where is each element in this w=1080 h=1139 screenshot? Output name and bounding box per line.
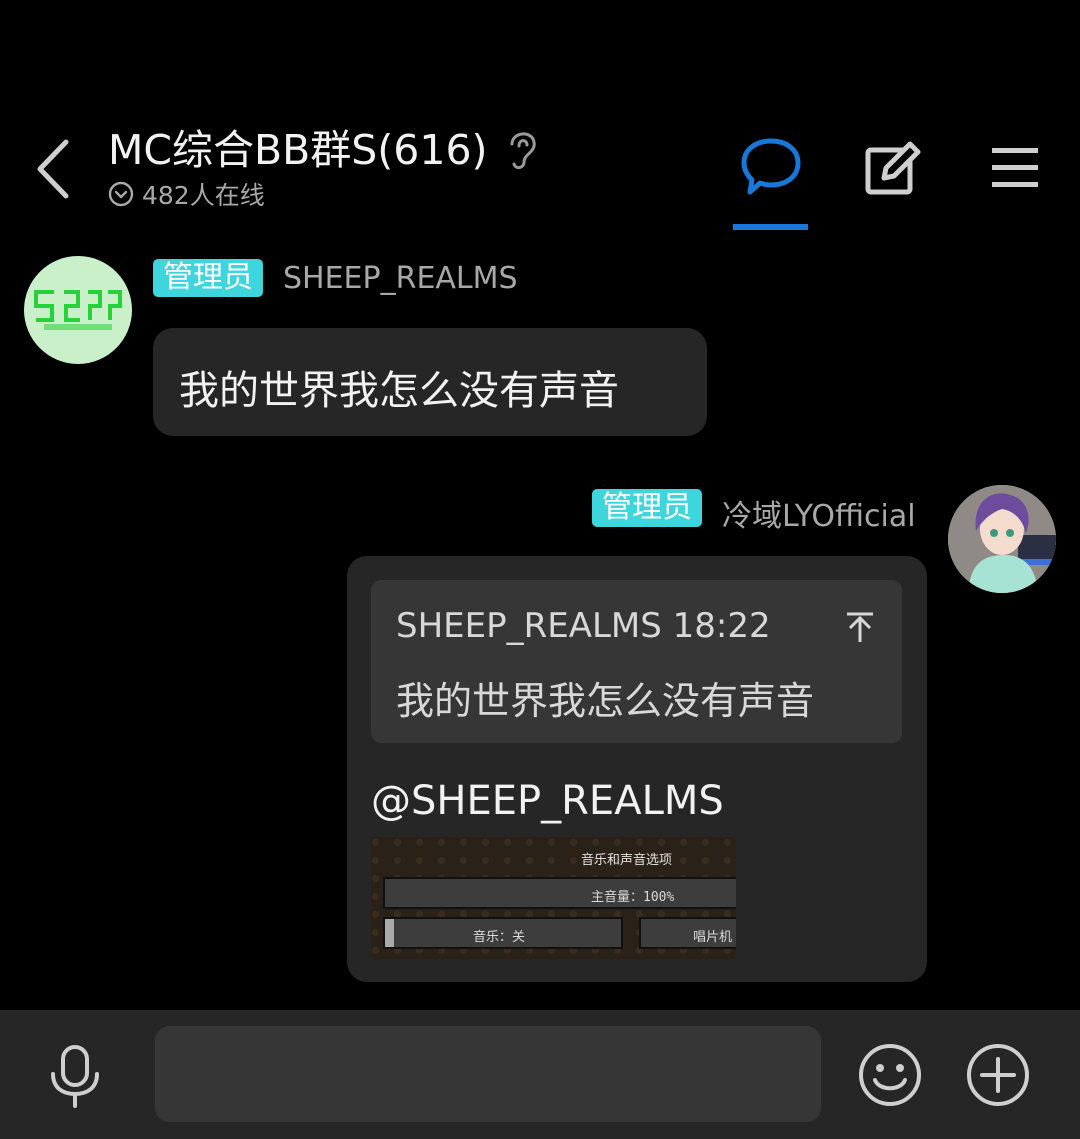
menu-icon[interactable] bbox=[990, 144, 1040, 190]
image-jukebox-slider: 唱片机 bbox=[639, 917, 736, 949]
image-master-volume-label: 主音量：100% bbox=[591, 890, 675, 905]
active-tab-indicator bbox=[733, 224, 808, 230]
image-master-volume-slider: 主音量：100% bbox=[383, 877, 736, 909]
message-bubble[interactable]: SHEEP_REALMS 18:22 我的世界我怎么没有声音 @SHEEP_RE… bbox=[347, 556, 927, 982]
edit-note-icon[interactable] bbox=[864, 140, 922, 196]
avatar-sheep-realms[interactable] bbox=[24, 256, 132, 364]
emoji-icon[interactable] bbox=[858, 1043, 922, 1107]
message-bubble[interactable]: 我的世界我怎么没有声音 bbox=[153, 328, 707, 436]
chat-bubble-icon[interactable] bbox=[740, 136, 802, 198]
sender-name[interactable]: 冷域LYOfficial bbox=[722, 491, 916, 535]
chevron-down-circle-icon bbox=[108, 181, 134, 207]
avatar-lengyu[interactable] bbox=[948, 485, 1056, 593]
online-status[interactable]: 482人在线 bbox=[108, 176, 265, 212]
image-slider-knob bbox=[385, 919, 394, 947]
screenshot-image[interactable]: 音乐和声音选项 主音量：100% 音乐：关 唱片机 bbox=[371, 837, 736, 959]
microphone-icon[interactable] bbox=[48, 1044, 102, 1108]
image-music-label: 音乐：关 bbox=[473, 930, 526, 945]
image-music-slider: 音乐：关 bbox=[383, 917, 623, 949]
message-text: 我的世界我怎么没有声音 bbox=[179, 368, 619, 414]
plus-icon[interactable] bbox=[966, 1043, 1030, 1107]
admin-badge: 管理员 bbox=[153, 259, 263, 297]
image-jukebox-label: 唱片机 bbox=[693, 930, 733, 945]
anime-character-avatar-icon bbox=[948, 485, 1056, 593]
message-input[interactable] bbox=[155, 1026, 821, 1122]
back-arrow-icon[interactable] bbox=[30, 136, 80, 202]
quote-author-time: SHEEP_REALMS 18:22 bbox=[396, 606, 771, 646]
quote-text: 我的世界我怎么没有声音 bbox=[396, 679, 815, 723]
earpiece-mode-icon[interactable] bbox=[502, 126, 542, 172]
sheep-realms-logo-icon bbox=[34, 290, 122, 330]
sender-name[interactable]: SHEEP_REALMS bbox=[283, 261, 518, 296]
admin-badge: 管理员 bbox=[592, 489, 702, 527]
jump-to-original-icon[interactable] bbox=[843, 610, 877, 644]
quoted-message[interactable]: SHEEP_REALMS 18:22 我的世界我怎么没有声音 bbox=[371, 580, 902, 743]
image-title: 音乐和声音选项 bbox=[581, 853, 673, 868]
chat-title: MC综合BB群S(616) bbox=[108, 126, 488, 174]
online-count: 482人在线 bbox=[142, 181, 265, 210]
mention-link[interactable]: @SHEEP_REALMS bbox=[371, 778, 724, 824]
